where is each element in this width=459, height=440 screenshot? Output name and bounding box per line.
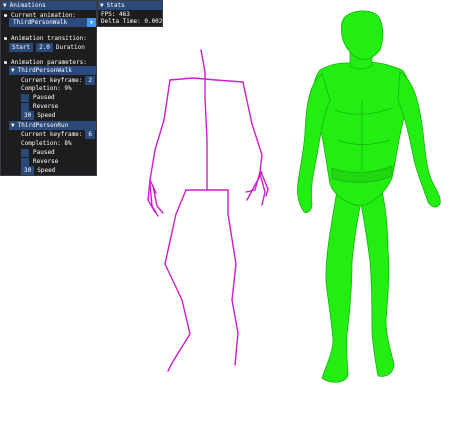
completion-text: Completion: 8% — [21, 140, 72, 147]
transition-row: Animation transition: — [4, 34, 87, 43]
chevron-down-icon[interactable]: ▼ — [87, 18, 96, 27]
duration-label: Duration — [55, 44, 85, 51]
params-label: Animation parameters: — [11, 59, 87, 66]
anim-header-walk[interactable]: ▼ ThirdPersonWalk — [9, 66, 96, 75]
animations-window-titlebar[interactable]: ▼ Animations — [1, 1, 96, 10]
duration-input[interactable]: 2.0 — [36, 43, 53, 52]
keyframe-label: Current keyframe: — [21, 77, 83, 84]
reverse-label: Reverse — [33, 103, 59, 110]
bullet-icon — [4, 61, 7, 64]
stats-window-title: Stats — [106, 2, 125, 9]
anim-name: ThirdPersonRun — [17, 122, 69, 129]
speed-row: 30 Speed — [21, 166, 55, 175]
reverse-checkbox-row[interactable]: Reverse — [21, 102, 58, 111]
reverse-checkbox[interactable] — [21, 157, 29, 166]
keyframe-total: /19 — [98, 131, 109, 138]
completion-text: Completion: 9% — [21, 85, 72, 92]
reverse-checkbox-row[interactable]: Reverse — [21, 157, 58, 166]
paused-label: Paused — [33, 94, 55, 101]
delta-time-readout: Delta Time: 0.002159 — [101, 18, 174, 25]
reverse-label: Reverse — [33, 158, 59, 165]
transition-controls: Start 2.0 Duration — [9, 43, 85, 52]
collapse-arrow-icon[interactable]: ▼ — [3, 2, 7, 9]
speed-label: Speed — [37, 167, 56, 174]
collapse-arrow-icon[interactable]: ▼ — [11, 122, 15, 129]
speed-input[interactable]: 30 — [21, 166, 35, 175]
paused-checkbox-row[interactable]: Paused — [21, 148, 55, 157]
collapse-arrow-icon[interactable]: ▼ — [100, 2, 104, 9]
skeleton-wireframe — [147, 49, 269, 372]
character-model — [297, 10, 441, 383]
collapse-arrow-icon[interactable]: ▼ — [11, 67, 15, 74]
keyframe-input[interactable]: 6 — [85, 130, 96, 139]
completion-row: Completion: 8% — [21, 139, 72, 148]
bullet-icon — [4, 14, 7, 17]
speed-label: Speed — [37, 112, 56, 119]
bullet-icon — [4, 37, 7, 40]
anim-header-run[interactable]: ▼ ThirdPersonRun — [9, 121, 96, 130]
stats-window[interactable]: ▼ Stats FPS: 463 Delta Time: 0.002159 — [97, 0, 173, 27]
current-animation-value: ThirdPersonWalk — [13, 19, 68, 26]
paused-label: Paused — [33, 149, 55, 156]
transition-label: Animation transition: — [11, 35, 87, 42]
anim-name: ThirdPersonWalk — [17, 67, 72, 74]
speed-input[interactable]: 30 — [21, 111, 35, 120]
keyframe-row: Current keyframe: 6 /19 — [21, 130, 109, 139]
paused-checkbox-row[interactable]: Paused — [21, 93, 55, 102]
start-button[interactable]: Start — [9, 43, 34, 52]
reverse-checkbox[interactable] — [21, 102, 29, 111]
keyframe-total: /31 — [98, 77, 109, 84]
animations-window[interactable]: ▼ Animations Current animation: ThirdPer… — [0, 0, 109, 176]
keyframe-label: Current keyframe: — [21, 131, 83, 138]
stats-window-titlebar[interactable]: ▼ Stats — [98, 1, 162, 10]
completion-row: Completion: 9% — [21, 84, 72, 93]
current-animation-combo[interactable]: ThirdPersonWalk ▼ — [9, 18, 96, 27]
paused-checkbox[interactable] — [21, 93, 29, 102]
keyframe-input[interactable]: 2 — [85, 76, 96, 85]
animations-window-title: Animations — [9, 2, 46, 9]
paused-checkbox[interactable] — [21, 148, 29, 157]
speed-row: 30 Speed — [21, 111, 55, 120]
